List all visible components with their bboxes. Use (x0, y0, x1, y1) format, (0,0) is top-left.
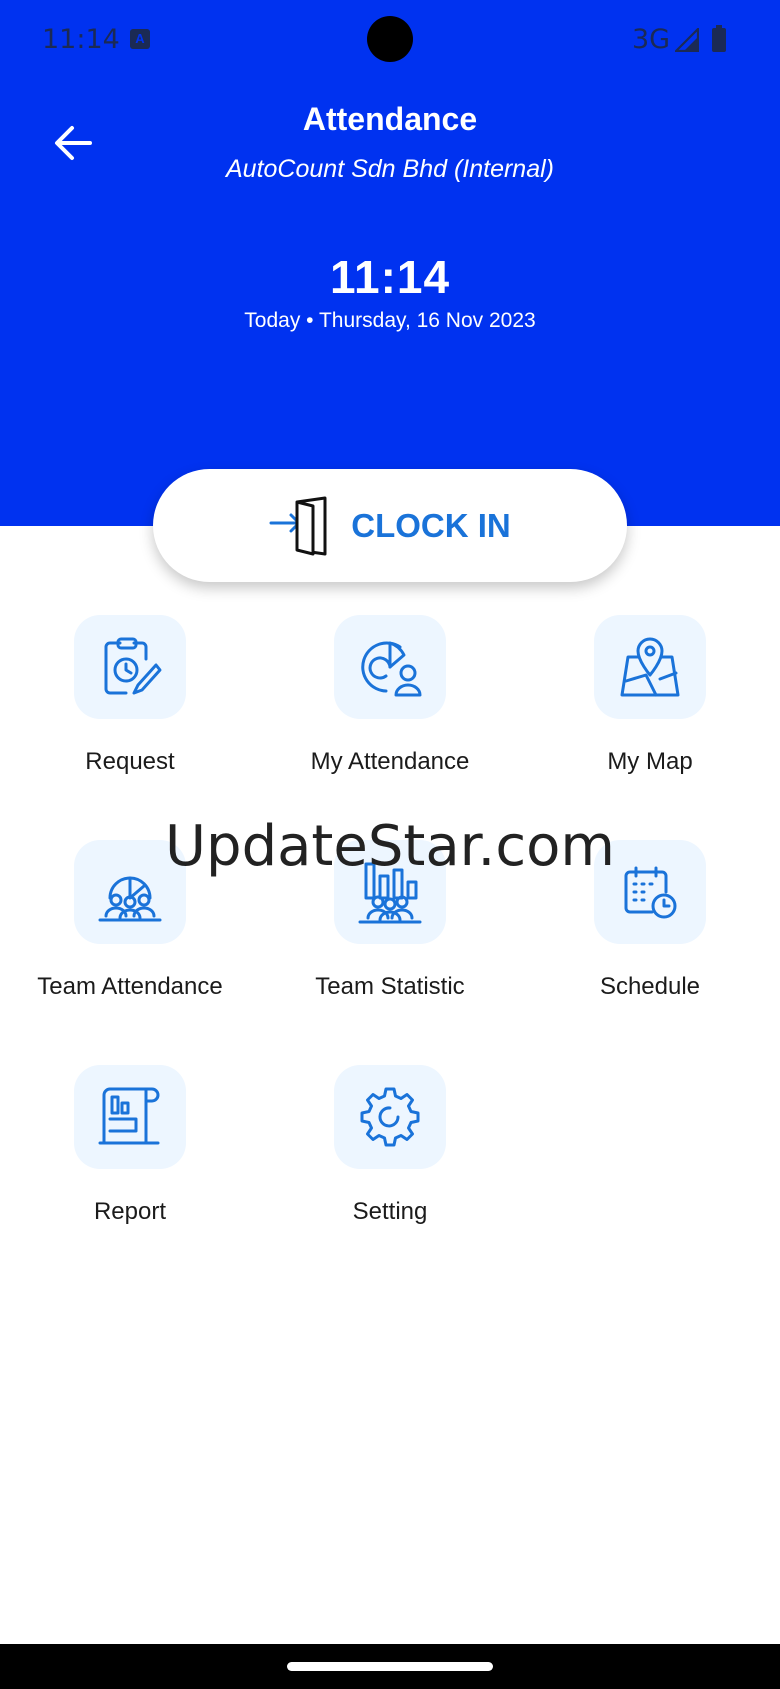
menu-item-label: Schedule (599, 973, 701, 1000)
door-enter-icon (269, 496, 327, 555)
tile-icon-box (334, 840, 446, 944)
tile-icon-box (334, 1065, 446, 1169)
clock-in-button[interactable]: CLOCK IN (153, 469, 627, 582)
tile-icon-box (594, 615, 706, 719)
menu-item-team-attendance[interactable]: Team Attendance (0, 840, 260, 1040)
team-bar-chart-icon (358, 862, 422, 924)
page-title: Attendance (302, 101, 478, 137)
menu-item-my-map[interactable]: My Map (520, 615, 780, 815)
menu-item-report[interactable]: Report (0, 1065, 260, 1265)
tile-icon-box (74, 615, 186, 719)
menu-item-setting[interactable]: Setting (260, 1065, 520, 1265)
menu-item-request[interactable]: Request (0, 615, 260, 815)
menu-item-label: My Attendance (310, 748, 470, 775)
menu-item-label: Team Attendance (37, 973, 223, 1000)
calendar-clock-icon (624, 866, 677, 919)
menu-item-label: My Map (607, 748, 693, 775)
system-nav-bar (0, 1644, 780, 1689)
notification-a-icon: A (130, 29, 150, 49)
status-bar: 11:14 A 3G (0, 0, 780, 80)
status-time: 11:14 (42, 24, 120, 55)
battery-icon (712, 25, 726, 52)
company-name: AutoCount Sdn Bhd (Internal) (226, 155, 554, 183)
clipboard-clock-edit-icon (104, 637, 162, 695)
camera-cutout (367, 16, 413, 62)
menu-item-schedule[interactable]: Schedule (520, 840, 780, 1040)
home-indicator[interactable] (287, 1662, 493, 1671)
tile-icon-box (74, 840, 186, 944)
report-scroll-icon (98, 1087, 160, 1145)
tile-icon-box (74, 1065, 186, 1169)
tile-icon-box (334, 615, 446, 719)
menu-item-label: Setting (352, 1198, 428, 1225)
team-pie-chart-icon (98, 876, 162, 922)
menu-item-label: Request (85, 748, 175, 775)
network-type: 3G (632, 24, 671, 55)
signal-icon (675, 28, 699, 52)
chart-user-icon (361, 641, 422, 697)
current-date: Today • Thursday, 16 Nov 2023 (244, 309, 536, 332)
map-pin-icon (620, 637, 680, 697)
tile-icon-box (594, 840, 706, 944)
menu-item-label: Report (93, 1198, 167, 1225)
menu-item-team-statistic[interactable]: Team Statistic (260, 840, 520, 1040)
menu-item-label: Team Statistic (315, 973, 465, 1000)
gear-icon (360, 1087, 420, 1147)
current-time: 11:14 (329, 251, 451, 303)
menu-item-my-attendance[interactable]: My Attendance (260, 615, 520, 815)
clock-in-label: CLOCK IN (351, 506, 511, 544)
